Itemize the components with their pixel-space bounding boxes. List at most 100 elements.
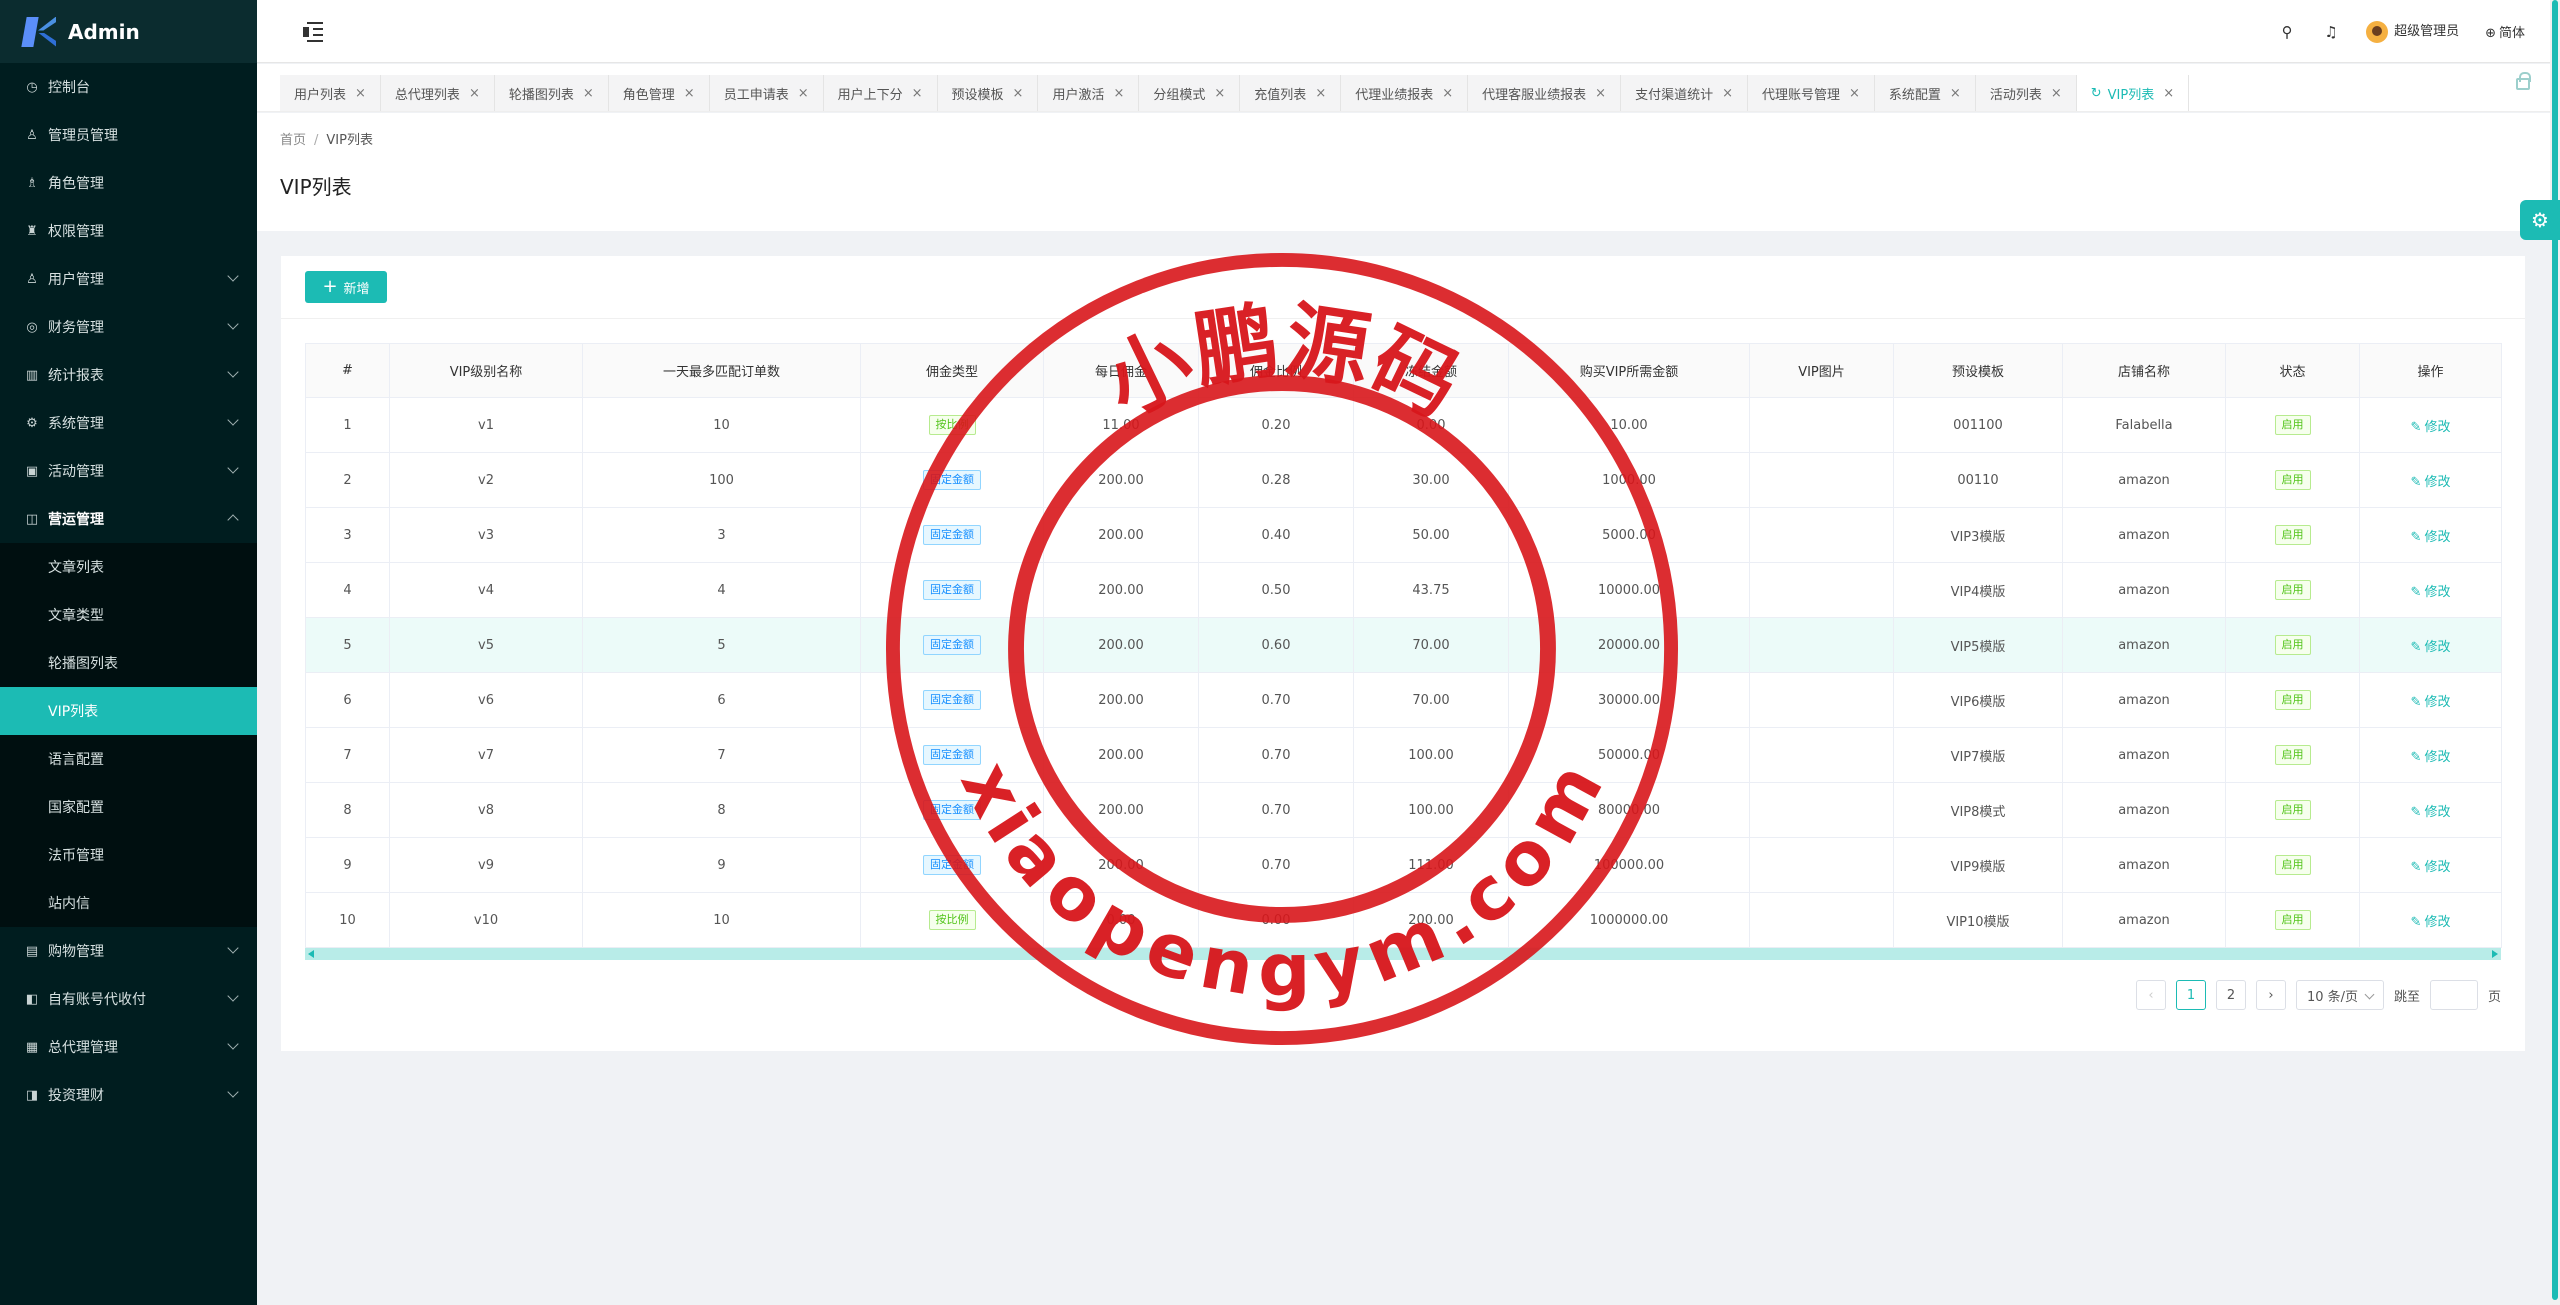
sidebar-item-sidebar.items4[interactable]: ♙ 用户管理 [0,255,257,303]
close-icon[interactable]: × [469,86,480,101]
close-icon[interactable]: × [583,86,594,101]
table-row[interactable]: 4 v4 4 固定金额 200.00 0.50 43.75 10000.00 VIP4模版 ama… [305,562,2502,618]
close-icon[interactable]: × [1013,86,1024,101]
edit-button[interactable]: ✎ 修改 [2411,420,2451,435]
sidebar-item-sidebar.items_after1[interactable]: ◧ 自有账号代收付 [0,975,257,1023]
edit-button[interactable]: ✎ 修改 [2411,640,2451,655]
tab[interactable]: 员工申请表 × [709,75,824,111]
close-icon[interactable]: × [1315,86,1326,101]
table-row[interactable]: 5 v5 5 固定金额 200.00 0.60 70.00 20000.00 VIP5模版 ama… [305,617,2502,673]
cell-max_orders: 100 [582,452,861,508]
page-number-button[interactable]: 1 [2175,980,2206,1010]
sidebar-subitem[interactable]: 国家配置 [0,783,257,831]
refresh-icon[interactable]: ↻ [2091,86,2102,101]
vertical-scrollbar[interactable] [2550,0,2560,1305]
sidebar-subitem[interactable]: 语言配置 [0,735,257,783]
tab[interactable]: 用户列表 × [280,75,381,111]
close-icon[interactable]: × [1849,86,1860,101]
table-row[interactable]: 7 v7 7 固定金额 200.00 0.70 100.00 50000.00 VIP7模版 am… [305,727,2502,783]
search-icon[interactable]: ⚲ [2278,23,2296,41]
sidebar-group-operation[interactable]: ◫ 营运管理 [0,495,257,543]
language-switch[interactable]: ⊕ 简体 [2485,22,2525,41]
edit-button[interactable]: ✎ 修改 [2411,750,2451,765]
edit-button[interactable]: ✎ 修改 [2411,695,2451,710]
tab[interactable]: 用户上下分 × [823,75,938,111]
close-icon[interactable]: × [1950,86,1961,101]
page-size-select[interactable]: 10 条/页 [2295,980,2384,1010]
sidebar-item-sidebar.items_after0[interactable]: ▤ 购物管理 [0,927,257,975]
tab[interactable]: 代理客服业绩报表 × [1468,75,1622,111]
sidebar-item-sidebar.items_after2[interactable]: ▦ 总代理管理 [0,1023,257,1071]
table-row[interactable]: 1 v1 10 按比例 11.00 0.20 0.00 10.00 001100 Falabell… [305,397,2502,453]
close-icon[interactable]: × [684,86,695,101]
table-row[interactable]: 6 v6 6 固定金额 200.00 0.70 70.00 30000.00 VIP6模版 ama… [305,672,2502,728]
sidebar-subitem[interactable]: 文章类型 [0,591,257,639]
add-button[interactable]: + 新增 [305,271,387,303]
scroll-left-icon[interactable] [308,950,314,958]
scroll-right-icon[interactable] [2492,950,2498,958]
collapse-sidebar-icon[interactable] [303,22,323,42]
tab[interactable]: 充值列表 × [1240,75,1342,111]
tab[interactable]: 分组模式 × [1139,75,1241,111]
edit-button[interactable]: ✎ 修改 [2411,860,2451,875]
tab[interactable]: 代理账号管理 × [1747,75,1875,111]
next-page-button[interactable]: › [2255,980,2286,1010]
sidebar-item-sidebar.items6[interactable]: ▥ 统计报表 [0,351,257,399]
sidebar-item-sidebar.items5[interactable]: ◎ 财务管理 [0,303,257,351]
close-icon[interactable]: × [1214,86,1225,101]
edit-button[interactable]: ✎ 修改 [2411,585,2451,600]
sidebar-item-sidebar.items_after3[interactable]: ◨ 投资理财 [0,1071,257,1119]
sidebar-item-sidebar.items7[interactable]: ⚙ 系统管理 [0,399,257,447]
edit-button[interactable]: ✎ 修改 [2411,475,2451,490]
tab-label: VIP列表 [2107,87,2155,103]
horizontal-scrollbar[interactable] [305,948,2501,960]
edit-button[interactable]: ✎ 修改 [2411,915,2451,930]
close-icon[interactable]: × [1442,86,1453,101]
edit-button[interactable]: ✎ 修改 [2411,530,2451,545]
tab[interactable]: 代理业绩报表 × [1341,75,1469,111]
tab[interactable]: 角色管理 × [608,75,710,111]
sidebar-subitem[interactable]: 法币管理 [0,831,257,879]
tab[interactable]: 支付渠道统计 × [1621,75,1748,111]
sidebar-item-sidebar.items3[interactable]: ♜ 权限管理 [0,207,257,255]
close-icon[interactable]: × [1113,86,1124,101]
settings-gear-icon[interactable]: ⚙ [2520,200,2560,240]
user-menu[interactable]: 超级管理员 [2366,20,2459,43]
tab[interactable]: 预设模板 × [937,75,1039,111]
sidebar-item-sidebar.items2[interactable]: ♗ 角色管理 [0,159,257,207]
prev-page-button[interactable]: ‹ [2135,980,2166,1010]
sidebar-subitem[interactable]: 站内信 [0,879,257,927]
close-icon[interactable]: × [355,86,366,101]
jump-input[interactable] [2429,980,2478,1010]
tab[interactable]: 轮播图列表 × [494,75,609,111]
tab[interactable]: 用户激活 × [1038,75,1140,111]
page-number-button[interactable]: 2 [2215,980,2246,1010]
table-row[interactable]: 3 v3 3 固定金额 200.00 0.40 50.00 5000.00 VIP3模版 amaz… [305,507,2502,563]
close-icon[interactable]: × [798,86,809,101]
breadcrumb-home[interactable]: 首页 [280,133,306,148]
logo[interactable]: Admin [0,0,257,63]
tab[interactable]: 系统配置 × [1874,75,1976,111]
sidebar-item-label: 角色管理 [48,176,104,192]
bell-icon[interactable]: ♫ [2322,23,2340,41]
table-row[interactable]: 10 v10 10 按比例 0.00 0.00 200.00 1000000.00 VIP10模… [305,892,2502,948]
close-icon[interactable]: × [1595,86,1606,101]
close-icon[interactable]: × [2051,86,2062,101]
edit-button[interactable]: ✎ 修改 [2411,805,2451,820]
close-icon[interactable]: × [2163,86,2174,101]
lock-icon[interactable] [2516,72,2531,90]
sidebar-item-sidebar.items8[interactable]: ▣ 活动管理 [0,447,257,495]
sidebar-subitem[interactable]: VIP列表 [0,687,257,735]
tab-active[interactable]: ↻ VIP列表 × [2076,75,2190,111]
tab[interactable]: 活动列表 × [1975,75,2077,111]
sidebar-item-sidebar.items0[interactable]: ◷ 控制台 [0,63,257,111]
sidebar-item-sidebar.items1[interactable]: ♙ 管理员管理 [0,111,257,159]
sidebar-subitem[interactable]: 文章列表 [0,543,257,591]
table-row[interactable]: 8 v8 8 固定金额 200.00 0.70 100.00 80000.00 VIP8模式 am… [305,782,2502,838]
sidebar-subitem[interactable]: 轮播图列表 [0,639,257,687]
table-row[interactable]: 2 v2 100 固定金额 200.00 0.28 30.00 1000.00 00110 ama… [305,452,2502,508]
close-icon[interactable]: × [912,86,923,101]
close-icon[interactable]: × [1722,86,1733,101]
table-row[interactable]: 9 v9 9 固定金额 200.00 0.70 111.00 100000.00 VIP9模版 a… [305,837,2502,893]
tab[interactable]: 总代理列表 × [380,75,495,111]
